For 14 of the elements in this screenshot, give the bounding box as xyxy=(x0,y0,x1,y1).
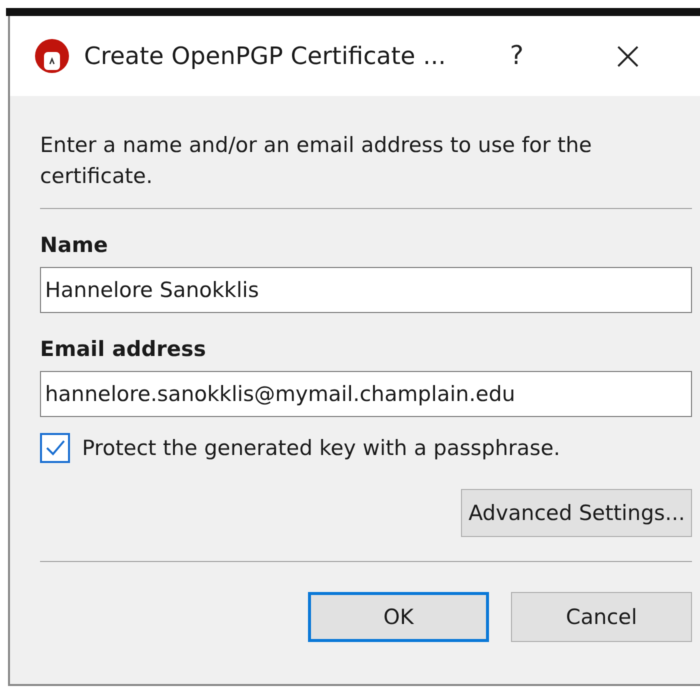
dialog-button[interactable]: OK xyxy=(308,592,489,642)
input-field[interactable]: Hannelore Sanokklis xyxy=(40,267,692,313)
instruction-text: Enter a name and/or an email address to use for the certificate. xyxy=(40,132,593,190)
field-label: Email address xyxy=(40,337,207,361)
close-button[interactable]: × xyxy=(608,33,648,79)
checkbox[interactable] xyxy=(40,433,70,463)
app-icon xyxy=(34,38,70,74)
window-title: Create OpenPGP Certificate ... xyxy=(84,42,446,70)
checkbox-label[interactable]: Protect the generated key with a passphrase. xyxy=(82,436,560,460)
field-label: Name xyxy=(40,233,109,257)
dialog-button[interactable]: Cancel xyxy=(511,592,692,642)
help-button[interactable]: ? xyxy=(502,41,532,71)
advanced-settings-button[interactable]: Advanced Settings... xyxy=(461,489,692,537)
input-field[interactable]: hannelore.sanokklis@mymail.champlain.edu xyxy=(40,371,692,417)
